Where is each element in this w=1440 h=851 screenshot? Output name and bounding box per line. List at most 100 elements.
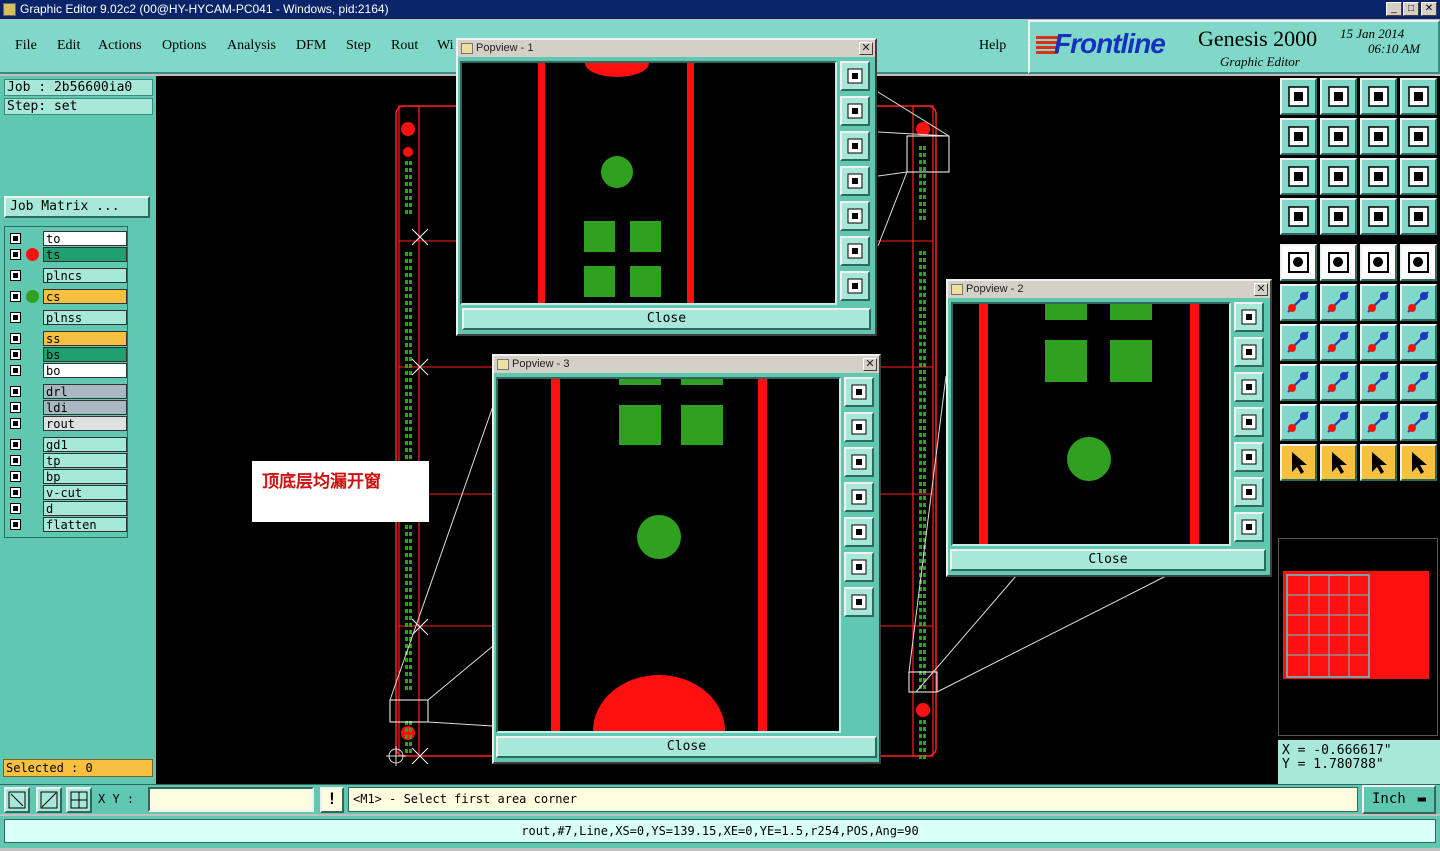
stretch-icon[interactable] <box>1360 364 1397 401</box>
pan-left-icon[interactable] <box>1234 407 1264 437</box>
menu-analysis[interactable]: Analysis <box>227 38 276 54</box>
slash-icon[interactable] <box>1320 324 1357 361</box>
pan-right-icon[interactable] <box>844 517 874 547</box>
zoom-out-icon[interactable] <box>1234 372 1264 402</box>
popview-2-view[interactable] <box>951 302 1231 546</box>
layer-checkbox[interactable] <box>10 349 21 360</box>
warning-button[interactable]: ! <box>320 787 344 813</box>
move-left-icon[interactable] <box>1280 118 1317 155</box>
line-icon[interactable] <box>1320 244 1357 281</box>
save-icon[interactable] <box>1320 78 1357 115</box>
layer-checkbox[interactable] <box>10 312 21 323</box>
swap-icon[interactable] <box>1400 118 1437 155</box>
mirror-icon[interactable] <box>1400 324 1437 361</box>
layer-checkbox[interactable] <box>10 333 21 344</box>
grid-icon[interactable] <box>1320 198 1357 235</box>
popview-2-window[interactable]: Popview - 2 ✕ Close <box>946 279 1272 577</box>
popview-1-title-bar[interactable]: Popview - 1 ✕ <box>458 40 875 57</box>
close-window-button[interactable]: ✕ <box>1421 2 1437 16</box>
pan-right-icon[interactable] <box>840 201 870 231</box>
delete-icon[interactable] <box>1320 284 1357 321</box>
menu-rout[interactable]: Rout <box>391 38 418 54</box>
zoom-fit-icon[interactable] <box>1234 302 1264 332</box>
layer-row-flatten[interactable]: flatten <box>7 517 127 532</box>
layer-row-ldi[interactable]: ldi <box>7 400 127 415</box>
maximize-button[interactable]: □ <box>1403 2 1419 16</box>
popview-3-view[interactable] <box>496 377 841 733</box>
expand-icon[interactable] <box>840 236 870 266</box>
menu-step[interactable]: Step <box>346 38 371 54</box>
layer-row-plncs[interactable]: plncs <box>7 268 127 283</box>
layer-checkbox[interactable] <box>10 365 21 376</box>
select-icon[interactable] <box>1280 444 1317 481</box>
popview-3-close-button[interactable]: Close <box>496 736 877 758</box>
select-alt-icon[interactable] <box>1360 444 1397 481</box>
pen-tool-icon[interactable] <box>1280 198 1317 235</box>
menu-options[interactable]: Options <box>162 38 206 54</box>
pad-icon[interactable] <box>1280 244 1317 281</box>
help-icon[interactable] <box>1400 158 1437 195</box>
layer-row-plnss[interactable]: plnss <box>7 310 127 325</box>
layer-checkbox[interactable] <box>10 386 21 397</box>
center-icon[interactable] <box>844 587 874 617</box>
popview-2-close-button[interactable]: Close <box>950 549 1266 571</box>
zoom-fit-icon[interactable] <box>840 61 870 91</box>
expand-icon[interactable] <box>1234 477 1264 507</box>
layers-alt-icon[interactable] <box>1400 198 1437 235</box>
group-icon[interactable] <box>1400 364 1437 401</box>
layer-row-bp[interactable]: bp <box>7 469 127 484</box>
scale-icon[interactable] <box>1360 158 1397 195</box>
layer-row-bo[interactable]: bo <box>7 363 127 378</box>
layers-icon[interactable] <box>1360 198 1397 235</box>
zoom-in-icon[interactable] <box>844 412 874 442</box>
layer-checkbox[interactable] <box>10 402 21 413</box>
home-icon[interactable] <box>1360 78 1397 115</box>
popview-2-title-bar[interactable]: Popview - 2 ✕ <box>948 281 1270 298</box>
arch-2-icon[interactable] <box>1360 404 1397 441</box>
minimap[interactable] <box>1278 538 1438 736</box>
popview-2-close-icon[interactable]: ✕ <box>1254 283 1268 296</box>
center-icon[interactable] <box>1234 512 1264 542</box>
dot-icon[interactable] <box>1400 244 1437 281</box>
menu-file[interactable]: File <box>15 38 37 54</box>
popview-1-close-icon[interactable]: ✕ <box>859 42 873 55</box>
unit-selector[interactable]: Inch ▬ <box>1362 785 1436 814</box>
app-icon[interactable] <box>3 3 16 16</box>
layer-row-cs[interactable]: cs <box>7 289 127 304</box>
zoom-extents-icon[interactable] <box>1280 158 1317 195</box>
layer-row-to[interactable]: to <box>7 231 127 246</box>
segment-icon[interactable] <box>1320 364 1357 401</box>
layer-row-rout[interactable]: rout <box>7 416 127 431</box>
layer-checkbox[interactable] <box>10 519 21 530</box>
node-icon[interactable] <box>1280 364 1317 401</box>
pan-left-icon[interactable] <box>844 482 874 512</box>
layer-row-v-cut[interactable]: v-cut <box>7 485 127 500</box>
move-icon[interactable] <box>1360 284 1397 321</box>
popview-1-close-button[interactable]: Close <box>462 308 871 330</box>
popview-3-title-bar[interactable]: Popview - 3 ✕ <box>494 356 879 373</box>
minimize-button[interactable]: _ <box>1386 2 1402 16</box>
window-split-icon[interactable] <box>1400 78 1437 115</box>
layer-checkbox[interactable] <box>10 270 21 281</box>
layer-row-bs[interactable]: bs <box>7 347 127 362</box>
zoom-in-icon[interactable] <box>840 96 870 126</box>
center-icon[interactable] <box>840 271 870 301</box>
layer-checkbox[interactable] <box>10 291 21 302</box>
job-matrix-button[interactable]: Job Matrix ... <box>4 196 150 218</box>
expand-icon[interactable] <box>844 552 874 582</box>
layer-row-tp[interactable]: tp <box>7 453 127 468</box>
menu-help[interactable]: Help <box>979 38 1006 54</box>
pan-icon[interactable] <box>1320 158 1357 195</box>
popview-3-close-icon[interactable]: ✕ <box>863 358 877 371</box>
layer-row-ts[interactable]: ts <box>7 247 127 262</box>
measure-icon[interactable] <box>36 787 62 813</box>
menu-actions[interactable]: Actions <box>98 38 142 54</box>
layer-row-gd1[interactable]: gd1 <box>7 437 127 452</box>
zoom-out-icon[interactable] <box>840 131 870 161</box>
angle-icon[interactable] <box>1280 324 1317 361</box>
menu-dfm[interactable]: DFM <box>296 38 326 54</box>
zoom-area-icon[interactable] <box>4 787 30 813</box>
ruler-icon[interactable] <box>1360 244 1397 281</box>
xy-input[interactable] <box>148 787 314 812</box>
menu-window[interactable]: Wi <box>437 38 454 54</box>
